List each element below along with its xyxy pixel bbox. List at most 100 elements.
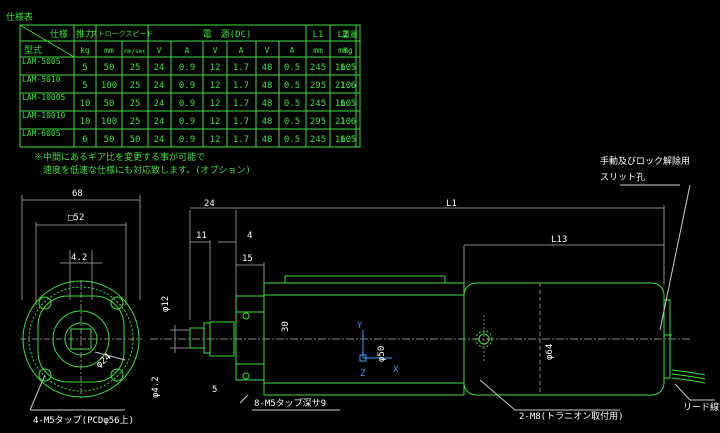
axis-x-label: X	[393, 365, 399, 375]
table-cell: 12	[210, 81, 221, 91]
header-stroke-speed: ストロークスピード	[91, 30, 154, 38]
table-cell: 50	[104, 135, 115, 145]
table-cell: 50	[104, 63, 115, 73]
model-cell: LAM-10005	[22, 93, 66, 102]
table-cell: 10	[80, 99, 91, 109]
dim-d24: φ24	[95, 352, 114, 370]
table-cell: 295	[310, 117, 326, 127]
table-cell: 48	[262, 99, 273, 109]
table-cell: 1.6	[340, 81, 356, 91]
dim-24: 24	[204, 199, 215, 209]
table-cell: 245	[310, 135, 326, 145]
dim-d4-2: φ4.2	[151, 376, 161, 398]
table-cell: 0.5	[284, 63, 300, 73]
table-cell: 1.7	[233, 117, 249, 127]
axis-y-label: Y	[357, 321, 363, 331]
table-cell: 24	[154, 81, 165, 91]
table-cell: 1.5	[340, 135, 356, 145]
unit-cell: V	[265, 46, 270, 55]
dim-4-2: 4.2	[71, 253, 87, 263]
table-cell: 48	[262, 63, 273, 73]
unit-cell: A	[290, 46, 295, 55]
table-cell: 245	[310, 63, 326, 73]
table-cell: 25	[130, 99, 141, 109]
unit-cell: kg	[80, 46, 90, 55]
note-brake: 手動及びロック解除用	[600, 155, 690, 167]
table-cell: 0.5	[284, 117, 300, 127]
dim-d50: φ50	[377, 346, 387, 362]
table-cell: 1.7	[233, 63, 249, 73]
dim-d64: φ64	[545, 344, 555, 360]
table-cell: 24	[154, 117, 165, 127]
unit-cell: mm	[313, 46, 323, 55]
header-l1: L1	[313, 30, 324, 40]
unit-cell: V	[213, 46, 218, 55]
dim-d12: φ12	[161, 296, 171, 312]
dim-l13: L13	[551, 235, 567, 245]
table-cell: 24	[154, 135, 165, 145]
header-corner-bottom: 型式	[24, 44, 42, 56]
table-cell: 295	[310, 81, 326, 91]
model-cell: LAM-6005	[22, 129, 61, 138]
unit-cell: Kg	[343, 46, 353, 55]
dim-30: 30	[281, 321, 291, 332]
note-m5-depth: 8-M5タップ深サ9	[254, 398, 326, 409]
unit-cell: V	[157, 46, 162, 55]
table-cell: 1.6	[340, 117, 356, 127]
header-weight: 重量	[342, 29, 358, 39]
axis-triad	[359, 330, 392, 362]
table-cell: 5	[82, 63, 87, 73]
table-cell: 0.9	[179, 135, 195, 145]
table-cell: 25	[130, 117, 141, 127]
header-power: 電 源(DC)	[203, 29, 252, 40]
table-cell: 24	[154, 99, 165, 109]
table-cell: 1.7	[233, 99, 249, 109]
unit-cell: mm	[104, 46, 114, 55]
table-cell: 100	[101, 81, 117, 91]
table-cell: 0.9	[179, 117, 195, 127]
table-cell: 0.5	[284, 99, 300, 109]
note-m8: 2-M8(トラニオン取付用)	[519, 411, 624, 422]
table-cell: 48	[262, 135, 273, 145]
note-m5-tap: 4-M5タップ(PCDφ56上)	[33, 415, 134, 426]
table-cell: 0.5	[284, 135, 300, 145]
axis-z-label: Z	[360, 369, 366, 379]
table-cell: 0.9	[179, 63, 195, 73]
note-lead: リード線	[683, 401, 719, 413]
table-cell: 10	[80, 117, 91, 127]
dim-5: 5	[212, 385, 217, 395]
dim-68: 68	[72, 189, 83, 199]
dim-11: 11	[196, 231, 207, 241]
header-corner-top: 仕様	[50, 28, 68, 40]
table-cell: 24	[154, 63, 165, 73]
table-cell: 0.5	[284, 81, 300, 91]
model-cell: LAM-5010	[22, 75, 61, 84]
table-cell: 12	[210, 63, 221, 73]
spec-table-title: 仕様表	[6, 11, 33, 23]
dim-4: 4	[247, 231, 252, 241]
table-cell: 12	[210, 117, 221, 127]
table-cell: 1.7	[233, 81, 249, 91]
table-cell: 6	[82, 135, 87, 145]
model-cell: LAM-5005	[22, 57, 61, 66]
table-cell: 25	[130, 81, 141, 91]
table-note-1: ※中間にあるギア比を変更する事が可能で	[34, 151, 205, 163]
table-cell: 0.9	[179, 81, 195, 91]
side-view	[150, 184, 715, 411]
table-cell: 100	[101, 117, 117, 127]
table-note-2: 速度を低速な仕様にも対応致します。(オプション)	[34, 164, 251, 176]
model-cell: LAM-10010	[22, 111, 66, 120]
table-cell: 48	[262, 81, 273, 91]
table-cell: 12	[210, 135, 221, 145]
dim-15: 15	[242, 254, 253, 264]
unit-cell: mm/sec	[124, 48, 146, 55]
unit-cell: A	[239, 46, 244, 55]
table-cell: 0.9	[179, 99, 195, 109]
dim-52: □52	[68, 213, 84, 223]
front-view	[20, 195, 142, 411]
table-cell: 50	[130, 135, 141, 145]
table-cell: 50	[104, 99, 115, 109]
actuator-drawing: 仕様表 仕様型式推力ストロークスピード電 源(DC) L1 L2重量kg mm mm/s…	[6, 11, 719, 426]
table-cell: 245	[310, 99, 326, 109]
dim-l1: L1	[446, 199, 457, 209]
